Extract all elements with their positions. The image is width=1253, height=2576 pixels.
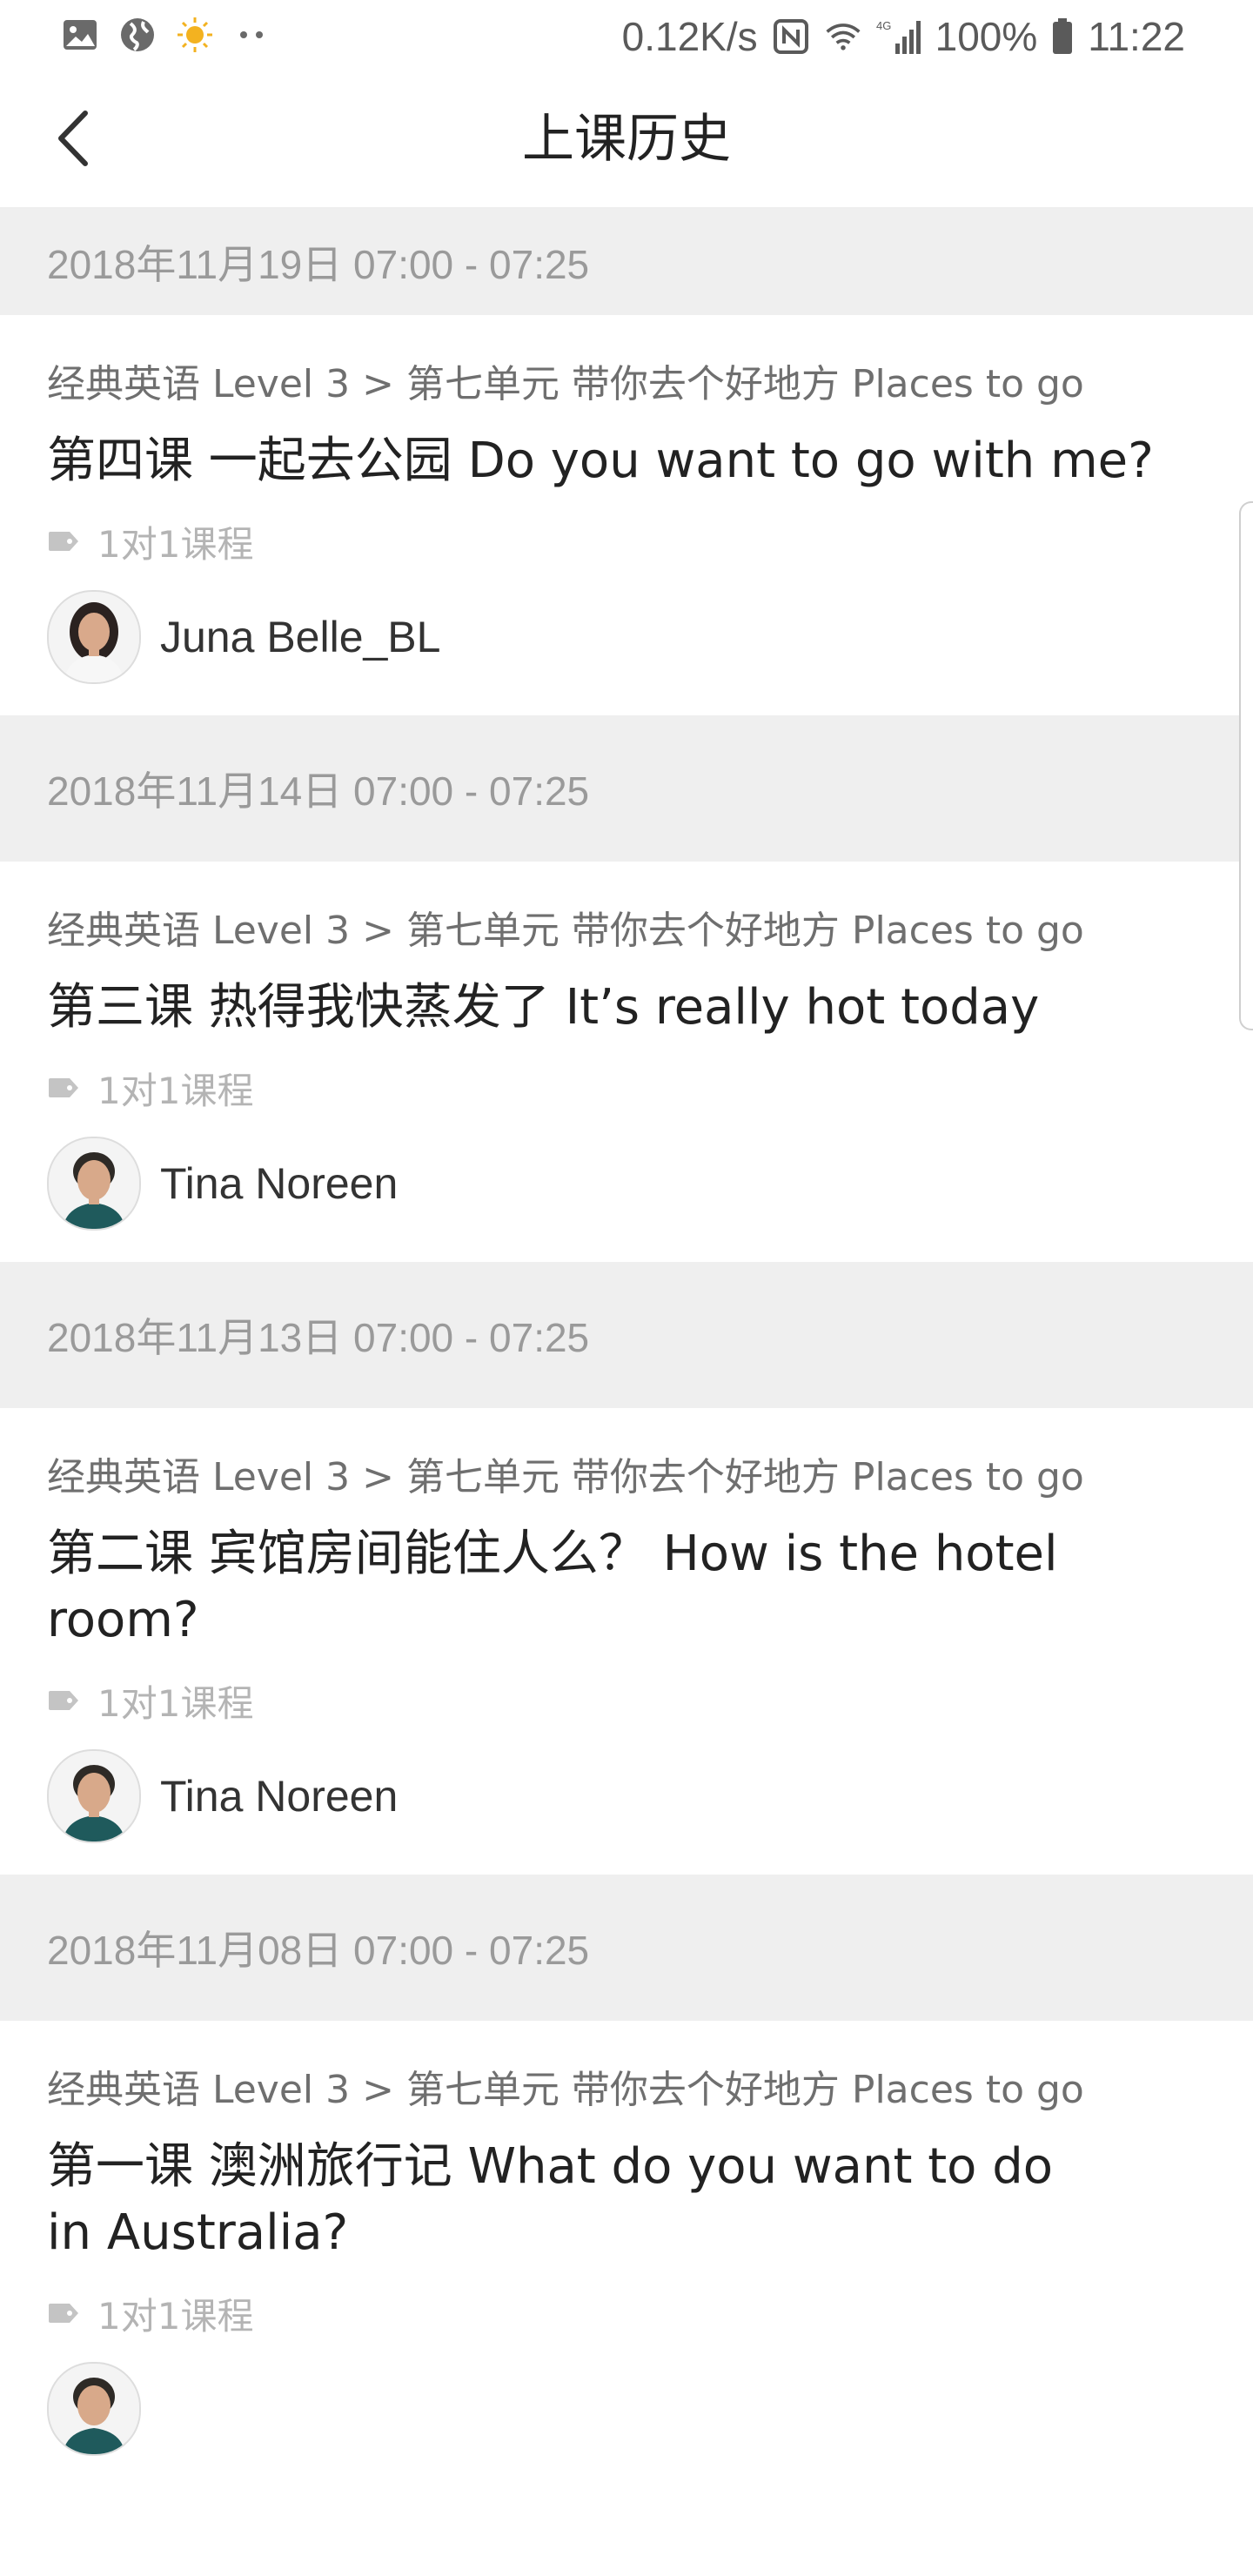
teacher-row[interactable] <box>47 2362 1206 2487</box>
battery-icon <box>1051 17 1074 56</box>
teacher-name: Juna Belle_BL <box>160 613 441 661</box>
lesson-card[interactable]: 经典英语 Level 3 > 第七单元 带你去个好地方 Places to go… <box>0 862 1253 1262</box>
lesson-title: 第二课 宾馆房间能住人么？ How is the hotel room? <box>47 1526 1058 1648</box>
tag-icon <box>47 1688 82 1713</box>
date-header: 2018年11月19日 07:00 - 07:25 <box>0 209 1253 315</box>
tag-icon <box>47 1076 82 1100</box>
globe-icon <box>118 16 157 54</box>
course-tag: 1对1课程 <box>47 1063 1206 1112</box>
tag-icon <box>47 2301 82 2325</box>
lesson-card[interactable]: 经典英语 Level 3 > 第七单元 带你去个好地方 Places to go… <box>0 315 1253 715</box>
course-type-label: 1对1课程 <box>97 522 254 566</box>
lesson-history-list: 2018年11月19日 07:00 - 07:25 经典英语 Level 3 >… <box>0 209 1253 2487</box>
course-type-label: 1对1课程 <box>97 2294 254 2338</box>
teacher-avatar[interactable] <box>47 2362 141 2456</box>
teacher-row[interactable]: Tina Noreen <box>47 1137 1206 1262</box>
clock: 11:22 <box>1088 14 1185 59</box>
course-tag: 1对1课程 <box>47 1676 1206 1725</box>
wifi-icon <box>824 17 862 56</box>
date-header: 2018年11月13日 07:00 - 07:25 <box>0 1262 1253 1408</box>
course-tag: 1对1课程 <box>47 2289 1206 2338</box>
teacher-avatar[interactable] <box>47 590 141 684</box>
date-header: 2018年11月08日 07:00 - 07:25 <box>0 1875 1253 2021</box>
page-title: 上课历史 <box>522 109 731 170</box>
sun-icon <box>176 16 214 54</box>
lesson-card[interactable]: 经典英语 Level 3 > 第七单元 带你去个好地方 Places to go… <box>0 1408 1253 1875</box>
status-icons-left <box>61 16 271 54</box>
teacher-row[interactable]: Juna Belle_BL <box>47 590 1206 715</box>
teacher-name: Tina Noreen <box>160 1772 399 1821</box>
lesson-card[interactable]: 经典英语 Level 3 > 第七单元 带你去个好地方 Places to go… <box>0 2021 1253 2487</box>
battery-percent: 100% <box>935 14 1038 59</box>
course-path: 经典英语 Level 3 > 第七单元 带你去个好地方 Places to go <box>47 2068 1084 2112</box>
signal-label: 4G <box>876 19 891 32</box>
course-tag: 1对1课程 <box>47 517 1206 566</box>
lesson-title: 第一课 澳洲旅行记 What do you want to do in Aust… <box>47 2138 1054 2261</box>
teacher-name: Tina Noreen <box>160 1159 399 1208</box>
status-icons-right: 0.12K/s 4G 100% 11:22 <box>622 10 1185 63</box>
gallery-icon <box>61 16 99 54</box>
teacher-avatar[interactable] <box>47 1749 141 1843</box>
course-path: 经典英语 Level 3 > 第七单元 带你去个好地方 Places to go <box>47 362 1084 406</box>
teacher-avatar[interactable] <box>47 1137 141 1231</box>
course-type-label: 1对1课程 <box>97 1069 254 1112</box>
nfc-icon <box>772 17 810 56</box>
signal-icon: 4G <box>876 17 921 56</box>
lesson-title: 第四课 一起去公园 Do you want to go with me? <box>47 433 1154 489</box>
status-bar: 0.12K/s 4G 100% 11:22 <box>0 0 1253 73</box>
course-path: 经典英语 Level 3 > 第七单元 带你去个好地方 Places to go <box>47 1455 1084 1499</box>
date-header: 2018年11月14日 07:00 - 07:25 <box>0 715 1253 862</box>
network-speed: 0.12K/s <box>621 14 758 59</box>
teacher-row[interactable]: Tina Noreen <box>47 1749 1206 1875</box>
more-dots-icon <box>233 16 271 54</box>
course-type-label: 1对1课程 <box>97 1681 254 1725</box>
lesson-title: 第三课 热得我快蒸发了 It’s really hot today <box>47 979 1040 1036</box>
course-path: 经典英语 Level 3 > 第七单元 带你去个好地方 Places to go <box>47 909 1084 953</box>
scroll-indicator[interactable] <box>1239 501 1253 1030</box>
app-header: 上课历史 <box>0 73 1253 209</box>
tag-icon <box>47 529 82 553</box>
